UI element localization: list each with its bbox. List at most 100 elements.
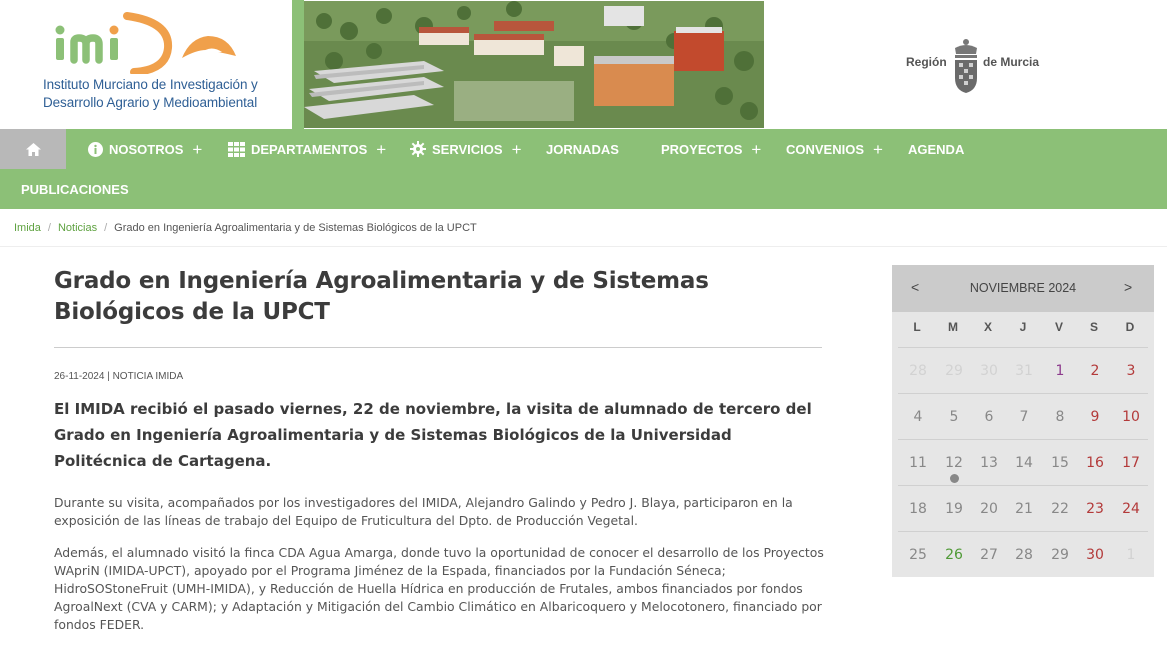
calendar-day[interactable]: 15 (1044, 455, 1076, 471)
main-nav: NOSOTROS + DEPARTAMENTOS + SERVICIOS + J… (0, 129, 1167, 209)
title-divider (54, 347, 822, 348)
nav-home-button[interactable] (0, 129, 66, 169)
nav-label-agenda: AGENDA (908, 141, 965, 157)
calendar-day[interactable]: 23 (1079, 501, 1111, 517)
murcia-crest-icon (955, 39, 977, 93)
article-paragraph-1: Durante su visita, acompañados por los i… (54, 495, 793, 528)
calendar-day[interactable]: 8 (1044, 409, 1076, 425)
calendar-header: < NOVIEMBRE 2024 > (892, 265, 1154, 312)
header-aerial-photo (304, 1, 764, 128)
region-de-murcia-logo[interactable]: Región de Murcia (906, 38, 1046, 94)
calendar-day[interactable]: 9 (1079, 409, 1111, 425)
breadcrumb-separator: / (47, 222, 51, 234)
nav-item-departamentos[interactable]: DEPARTAMENTOS + (228, 129, 386, 169)
article-lead: El IMIDA recibió el pasado viernes, 22 d… (54, 400, 812, 470)
calendar-weekday: M (948, 320, 958, 334)
nav-label-nosotros: NOSOTROS (109, 141, 184, 157)
calendar-day: 31 (1015, 363, 1033, 379)
calendar-day[interactable]: 28 (1008, 547, 1040, 563)
breadcrumb: Imida / Noticias / Grado en Ingeniería Agroa… (14, 222, 477, 234)
calendar-next-button[interactable]: > (1124, 279, 1132, 295)
calendar-month-title: NOVIEMBRE 2024 (969, 281, 1077, 295)
article-meta: 26-11-2024 | NOTICIA IMIDA (54, 371, 184, 382)
calendar-day[interactable]: 7 (1008, 409, 1040, 425)
calendar-day[interactable]: 27 (973, 547, 1005, 563)
calendar-day[interactable]: 4 (902, 409, 934, 425)
calendar-day[interactable]: 13 (973, 455, 1005, 471)
nav-label-convenios: CONVENIOS (786, 141, 865, 157)
imida-logo-mark (55, 12, 236, 74)
calendar-day[interactable]: 11 (902, 455, 934, 471)
calendar-day[interactable]: 10 (1115, 409, 1147, 425)
calendar-row-divider (898, 485, 1148, 486)
nav-label-publicaciones: PUBLICACIONES (21, 181, 129, 197)
events-calendar: < NOVIEMBRE 2024 > L M X J V S D 28 29 30 31 1 2 3 4 5 6… (892, 265, 1154, 577)
calendar-day[interactable]: 14 (1008, 455, 1040, 471)
calendar-day[interactable]: 16 (1079, 455, 1111, 471)
calendar-day[interactable]: 5 (938, 409, 970, 425)
calendar-day: 29 (945, 363, 963, 379)
calendar-day[interactable]: 30 (1079, 547, 1111, 563)
calendar-day[interactable]: 22 (1044, 501, 1076, 517)
header-divider (292, 0, 304, 129)
breadcrumb-divider (0, 246, 1167, 247)
nav-item-jornadas[interactable]: JORNADAS (546, 129, 619, 169)
breadcrumb-current: Grado en Ingeniería Agroalimentaria y de… (114, 222, 477, 234)
calendar-day[interactable]: 6 (973, 409, 1005, 425)
calendar-event-dot (949, 474, 959, 483)
imida-logo[interactable]: Instituto Murciano de Investigación y De… (0, 0, 292, 129)
calendar-day[interactable]: 12 (938, 455, 970, 471)
nav-expand-convenios[interactable]: + (873, 141, 883, 158)
nav-item-convenios[interactable]: CONVENIOS + (786, 129, 883, 169)
page-title: Grado en Ingeniería Agroalimentaria y de… (54, 268, 709, 325)
breadcrumb-link-imida[interactable]: Imida (14, 222, 41, 234)
calendar-day[interactable]: 3 (1115, 363, 1147, 379)
nav-item-servicios[interactable]: SERVICIOS + (410, 129, 522, 169)
nav-expand-servicios[interactable]: + (512, 141, 522, 158)
calendar-row-divider (898, 531, 1148, 532)
article-paragraph-2: Además, el alumnado visitó la finca CDA … (54, 545, 824, 632)
logo-line-1: Instituto Murciano de Investigación y (43, 77, 258, 92)
calendar-weekday: X (983, 320, 992, 334)
calendar-weekday: D (1125, 320, 1135, 334)
region-text-left: Región (906, 55, 947, 69)
calendar-weekday: J (1019, 320, 1027, 334)
logo-line-2: Desarrollo Agrario y Medioambiental (43, 95, 258, 110)
info-icon (88, 141, 103, 157)
calendar-day: 28 (909, 363, 927, 379)
nav-expand-proyectos[interactable]: + (751, 141, 761, 158)
calendar-day[interactable]: 20 (973, 501, 1005, 517)
region-text-right: de Murcia (983, 55, 1040, 69)
nav-label-proyectos: PROYECTOS (661, 141, 743, 157)
calendar-day[interactable]: 29 (1044, 547, 1076, 563)
calendar-day[interactable]: 18 (902, 501, 934, 517)
calendar-day: 1 (1126, 547, 1136, 563)
gear-icon (410, 141, 426, 157)
calendar-weekday: S (1089, 320, 1098, 334)
calendar-day[interactable]: 17 (1115, 455, 1147, 471)
nav-label-servicios: SERVICIOS (432, 141, 503, 157)
nav-item-agenda[interactable]: AGENDA (908, 129, 964, 169)
nav-label-jornadas: JORNADAS (546, 141, 619, 157)
nav-item-publicaciones[interactable]: PUBLICACIONES (21, 169, 129, 209)
calendar-weekday: V (1054, 320, 1063, 334)
calendar-day[interactable]: 24 (1115, 501, 1147, 517)
calendar-row-divider (898, 439, 1148, 440)
nav-label-departamentos: DEPARTAMENTOS (251, 141, 368, 157)
nav-item-proyectos[interactable]: PROYECTOS + (661, 129, 761, 169)
breadcrumb-separator: / (104, 222, 108, 234)
calendar-row-divider (898, 347, 1148, 348)
nav-expand-nosotros[interactable]: + (192, 141, 202, 158)
calendar-day[interactable]: 26 (938, 547, 970, 563)
calendar-day[interactable]: 1 (1044, 363, 1076, 379)
calendar-day[interactable]: 25 (902, 547, 934, 563)
calendar-weekday: L (913, 320, 921, 334)
calendar-day[interactable]: 19 (938, 501, 970, 517)
calendar-day: 30 (980, 363, 998, 379)
nav-expand-departamentos[interactable]: + (376, 141, 386, 158)
calendar-day[interactable]: 2 (1079, 363, 1111, 379)
calendar-day[interactable]: 21 (1008, 501, 1040, 517)
calendar-row-divider (898, 393, 1148, 394)
breadcrumb-link-noticias[interactable]: Noticias (58, 222, 97, 234)
nav-item-nosotros[interactable]: NOSOTROS + (88, 129, 202, 169)
